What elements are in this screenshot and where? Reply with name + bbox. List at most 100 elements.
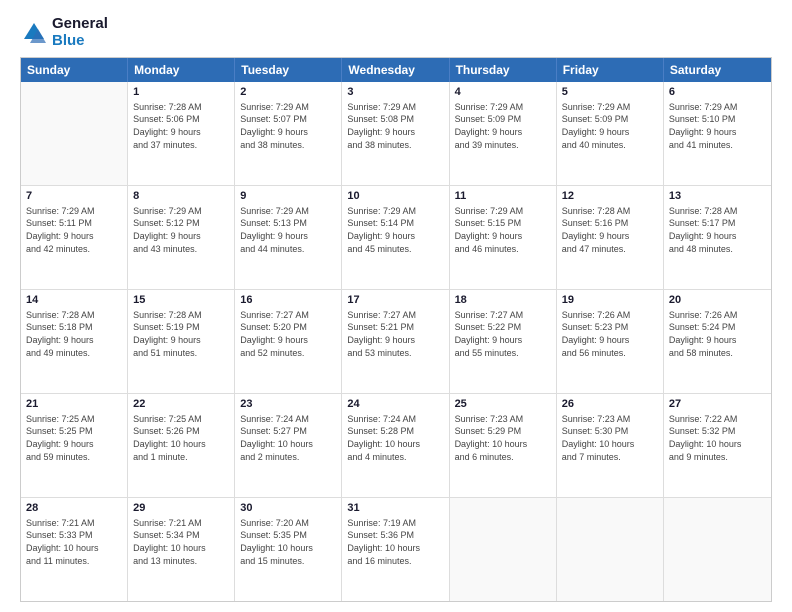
calendar-cell: 25Sunrise: 7:23 AM Sunset: 5:29 PM Dayli… (450, 394, 557, 497)
calendar-header: SundayMondayTuesdayWednesdayThursdayFrid… (21, 58, 771, 82)
header-day-sunday: Sunday (21, 58, 128, 82)
calendar-week-2: 7Sunrise: 7:29 AM Sunset: 5:11 PM Daylig… (21, 186, 771, 290)
header: General Blue (20, 16, 772, 49)
cell-info-text: Sunrise: 7:21 AM Sunset: 5:34 PM Dayligh… (133, 517, 229, 567)
cell-info-text: Sunrise: 7:29 AM Sunset: 5:07 PM Dayligh… (240, 101, 336, 151)
cell-date-number: 1 (133, 85, 229, 100)
calendar-cell: 4Sunrise: 7:29 AM Sunset: 5:09 PM Daylig… (450, 82, 557, 185)
calendar-cell: 13Sunrise: 7:28 AM Sunset: 5:17 PM Dayli… (664, 186, 771, 289)
cell-date-number: 11 (455, 189, 551, 204)
header-day-monday: Monday (128, 58, 235, 82)
cell-info-text: Sunrise: 7:29 AM Sunset: 5:09 PM Dayligh… (562, 101, 658, 151)
calendar-cell: 3Sunrise: 7:29 AM Sunset: 5:08 PM Daylig… (342, 82, 449, 185)
calendar-cell (450, 498, 557, 601)
cell-date-number: 18 (455, 293, 551, 308)
cell-date-number: 10 (347, 189, 443, 204)
cell-date-number: 8 (133, 189, 229, 204)
cell-date-number: 15 (133, 293, 229, 308)
cell-info-text: Sunrise: 7:29 AM Sunset: 5:15 PM Dayligh… (455, 205, 551, 255)
cell-info-text: Sunrise: 7:27 AM Sunset: 5:20 PM Dayligh… (240, 309, 336, 359)
cell-info-text: Sunrise: 7:21 AM Sunset: 5:33 PM Dayligh… (26, 517, 122, 567)
cell-date-number: 30 (240, 501, 336, 516)
cell-info-text: Sunrise: 7:25 AM Sunset: 5:26 PM Dayligh… (133, 413, 229, 463)
header-day-wednesday: Wednesday (342, 58, 449, 82)
cell-date-number: 31 (347, 501, 443, 516)
cell-date-number: 23 (240, 397, 336, 412)
header-day-tuesday: Tuesday (235, 58, 342, 82)
cell-date-number: 24 (347, 397, 443, 412)
calendar-week-5: 28Sunrise: 7:21 AM Sunset: 5:33 PM Dayli… (21, 498, 771, 601)
cell-info-text: Sunrise: 7:19 AM Sunset: 5:36 PM Dayligh… (347, 517, 443, 567)
cell-info-text: Sunrise: 7:29 AM Sunset: 5:11 PM Dayligh… (26, 205, 122, 255)
calendar-cell: 30Sunrise: 7:20 AM Sunset: 5:35 PM Dayli… (235, 498, 342, 601)
cell-date-number: 19 (562, 293, 658, 308)
cell-date-number: 13 (669, 189, 766, 204)
cell-date-number: 4 (455, 85, 551, 100)
cell-date-number: 20 (669, 293, 766, 308)
header-day-saturday: Saturday (664, 58, 771, 82)
calendar-cell: 7Sunrise: 7:29 AM Sunset: 5:11 PM Daylig… (21, 186, 128, 289)
calendar-cell (557, 498, 664, 601)
calendar-week-4: 21Sunrise: 7:25 AM Sunset: 5:25 PM Dayli… (21, 394, 771, 498)
calendar-cell: 1Sunrise: 7:28 AM Sunset: 5:06 PM Daylig… (128, 82, 235, 185)
cell-info-text: Sunrise: 7:24 AM Sunset: 5:27 PM Dayligh… (240, 413, 336, 463)
cell-date-number: 25 (455, 397, 551, 412)
cell-info-text: Sunrise: 7:23 AM Sunset: 5:29 PM Dayligh… (455, 413, 551, 463)
calendar-cell: 12Sunrise: 7:28 AM Sunset: 5:16 PM Dayli… (557, 186, 664, 289)
calendar-cell: 2Sunrise: 7:29 AM Sunset: 5:07 PM Daylig… (235, 82, 342, 185)
cell-date-number: 9 (240, 189, 336, 204)
calendar-cell: 6Sunrise: 7:29 AM Sunset: 5:10 PM Daylig… (664, 82, 771, 185)
cell-info-text: Sunrise: 7:28 AM Sunset: 5:06 PM Dayligh… (133, 101, 229, 151)
calendar-cell (664, 498, 771, 601)
calendar-cell: 16Sunrise: 7:27 AM Sunset: 5:20 PM Dayli… (235, 290, 342, 393)
cell-date-number: 27 (669, 397, 766, 412)
calendar-cell: 14Sunrise: 7:28 AM Sunset: 5:18 PM Dayli… (21, 290, 128, 393)
cell-date-number: 28 (26, 501, 122, 516)
cell-info-text: Sunrise: 7:27 AM Sunset: 5:21 PM Dayligh… (347, 309, 443, 359)
calendar-cell: 8Sunrise: 7:29 AM Sunset: 5:12 PM Daylig… (128, 186, 235, 289)
calendar-body: 1Sunrise: 7:28 AM Sunset: 5:06 PM Daylig… (21, 82, 771, 601)
cell-date-number: 17 (347, 293, 443, 308)
cell-date-number: 12 (562, 189, 658, 204)
cell-info-text: Sunrise: 7:24 AM Sunset: 5:28 PM Dayligh… (347, 413, 443, 463)
calendar-cell: 27Sunrise: 7:22 AM Sunset: 5:32 PM Dayli… (664, 394, 771, 497)
calendar-cell: 31Sunrise: 7:19 AM Sunset: 5:36 PM Dayli… (342, 498, 449, 601)
cell-date-number: 22 (133, 397, 229, 412)
cell-info-text: Sunrise: 7:29 AM Sunset: 5:12 PM Dayligh… (133, 205, 229, 255)
cell-info-text: Sunrise: 7:29 AM Sunset: 5:14 PM Dayligh… (347, 205, 443, 255)
page: General Blue SundayMondayTuesdayWednesda… (0, 0, 792, 612)
calendar-cell: 18Sunrise: 7:27 AM Sunset: 5:22 PM Dayli… (450, 290, 557, 393)
cell-date-number: 3 (347, 85, 443, 100)
cell-info-text: Sunrise: 7:29 AM Sunset: 5:08 PM Dayligh… (347, 101, 443, 151)
calendar-cell: 22Sunrise: 7:25 AM Sunset: 5:26 PM Dayli… (128, 394, 235, 497)
calendar-cell: 5Sunrise: 7:29 AM Sunset: 5:09 PM Daylig… (557, 82, 664, 185)
logo: General Blue (20, 16, 108, 49)
cell-info-text: Sunrise: 7:26 AM Sunset: 5:23 PM Dayligh… (562, 309, 658, 359)
cell-date-number: 6 (669, 85, 766, 100)
calendar-cell: 10Sunrise: 7:29 AM Sunset: 5:14 PM Dayli… (342, 186, 449, 289)
calendar-week-3: 14Sunrise: 7:28 AM Sunset: 5:18 PM Dayli… (21, 290, 771, 394)
calendar-cell: 21Sunrise: 7:25 AM Sunset: 5:25 PM Dayli… (21, 394, 128, 497)
cell-date-number: 14 (26, 293, 122, 308)
cell-info-text: Sunrise: 7:28 AM Sunset: 5:16 PM Dayligh… (562, 205, 658, 255)
cell-info-text: Sunrise: 7:25 AM Sunset: 5:25 PM Dayligh… (26, 413, 122, 463)
cell-info-text: Sunrise: 7:23 AM Sunset: 5:30 PM Dayligh… (562, 413, 658, 463)
calendar-cell: 23Sunrise: 7:24 AM Sunset: 5:27 PM Dayli… (235, 394, 342, 497)
cell-date-number: 26 (562, 397, 658, 412)
cell-info-text: Sunrise: 7:28 AM Sunset: 5:19 PM Dayligh… (133, 309, 229, 359)
calendar-cell: 29Sunrise: 7:21 AM Sunset: 5:34 PM Dayli… (128, 498, 235, 601)
header-day-friday: Friday (557, 58, 664, 82)
calendar-cell: 11Sunrise: 7:29 AM Sunset: 5:15 PM Dayli… (450, 186, 557, 289)
cell-date-number: 29 (133, 501, 229, 516)
cell-info-text: Sunrise: 7:28 AM Sunset: 5:17 PM Dayligh… (669, 205, 766, 255)
cell-info-text: Sunrise: 7:29 AM Sunset: 5:09 PM Dayligh… (455, 101, 551, 151)
logo-icon (20, 19, 48, 47)
cell-info-text: Sunrise: 7:20 AM Sunset: 5:35 PM Dayligh… (240, 517, 336, 567)
cell-info-text: Sunrise: 7:22 AM Sunset: 5:32 PM Dayligh… (669, 413, 766, 463)
calendar: SundayMondayTuesdayWednesdayThursdayFrid… (20, 57, 772, 602)
calendar-cell: 24Sunrise: 7:24 AM Sunset: 5:28 PM Dayli… (342, 394, 449, 497)
calendar-cell: 20Sunrise: 7:26 AM Sunset: 5:24 PM Dayli… (664, 290, 771, 393)
cell-date-number: 7 (26, 189, 122, 204)
calendar-cell: 15Sunrise: 7:28 AM Sunset: 5:19 PM Dayli… (128, 290, 235, 393)
calendar-cell (21, 82, 128, 185)
